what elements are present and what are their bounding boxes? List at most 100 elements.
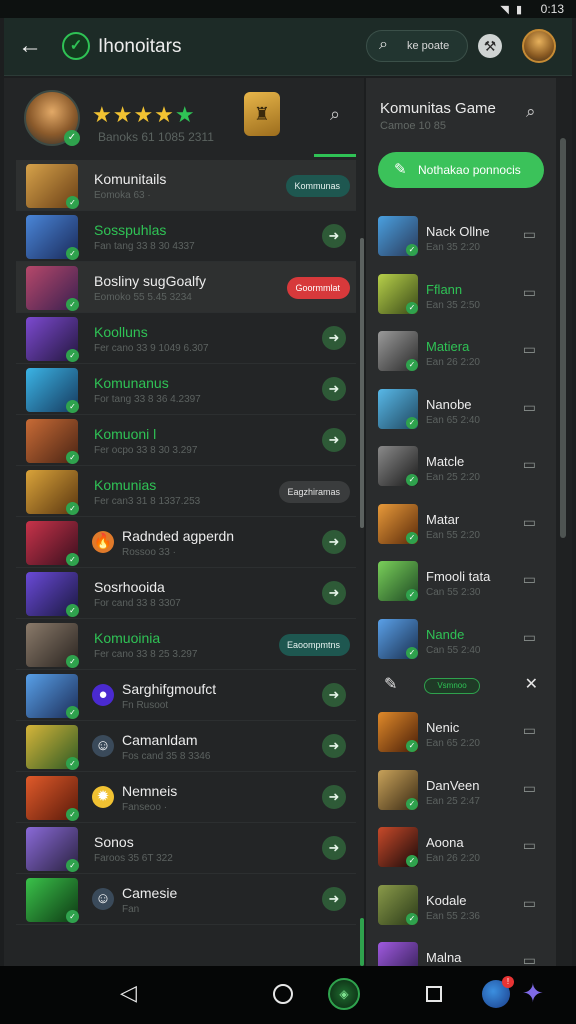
community-row[interactable]: ✓ Sonos Faroos 35 6T 322 ➜ [16, 823, 356, 874]
back-arrow-icon[interactable]: ← [18, 32, 42, 60]
member-row[interactable]: ✓ Aoona Ean 26 2:20 ▭ [366, 819, 558, 877]
member-row[interactable]: ✓ Fflann Ean 35 2:50 ▭ [366, 266, 558, 324]
community-action-pill[interactable]: Eagzhiramas [279, 481, 350, 503]
nav-back-icon[interactable]: ◁ [120, 980, 137, 1006]
community-row[interactable]: ✓ ☺ Camanldam Fos cand 35 8 3346 ➜ [16, 721, 356, 772]
community-row[interactable]: ✓ ● Sarghifgmoufct Fn Rusoot ➜ [16, 670, 356, 721]
community-row[interactable]: ✓ ✹ Nemneis Fanseoo · ➜ [16, 772, 356, 823]
message-icon[interactable]: ▭ [523, 399, 536, 416]
community-row[interactable]: ✓ ☺ Camesie Fan ➜ [16, 874, 356, 925]
member-divider: ✎ Vsmnoo ✕ [366, 668, 558, 704]
page-scrollbar[interactable] [556, 78, 572, 966]
community-action-pill[interactable]: Eaoompmtns [278, 634, 350, 656]
member-row[interactable]: ✓ DanVeen Ean 25 2:47 ▭ [366, 762, 558, 820]
message-icon[interactable]: ▭ [523, 341, 536, 358]
community-name: Nemneis [122, 783, 178, 799]
verified-check-icon: ✓ [66, 553, 79, 566]
community-list-panel: ✓ ★★★★★ Banoks 61 1085 2311 ♜ ⌕ ✓ Komunit… [4, 78, 364, 966]
status-badge[interactable]: Vsmnoo [424, 678, 480, 694]
open-arrow-button[interactable]: ➜ [322, 530, 346, 554]
community-action-pill[interactable]: Kommunas [286, 175, 350, 197]
trophy-badge-icon[interactable]: ♜ [244, 92, 280, 136]
open-arrow-button[interactable]: ➜ [322, 785, 346, 809]
community-row[interactable]: ✓ Komunanus For tang 33 8 36 4.2397 ➜ [16, 364, 356, 415]
community-row[interactable]: ✓ Koolluns Fer cano 33 9 1049 6.307 ➜ [16, 313, 356, 364]
open-arrow-button[interactable]: ➜ [322, 887, 346, 911]
notifications-button-label: Nothakao ponnocis [418, 163, 521, 177]
member-row[interactable]: ✓ Nack Ollne Ean 35 2:20 ▭ [366, 208, 558, 266]
open-arrow-button[interactable]: ➜ [322, 224, 346, 248]
message-icon[interactable]: ▭ [523, 226, 536, 243]
message-icon[interactable]: ▭ [523, 629, 536, 646]
open-arrow-button[interactable]: ➜ [322, 428, 346, 452]
pin-icon[interactable]: ✎ [384, 674, 397, 694]
app-bar: ← ✓ Ihonoitars ⌕ ke poate ⚒ [4, 18, 572, 76]
message-icon[interactable]: ▭ [523, 571, 536, 588]
message-icon[interactable]: ▭ [523, 837, 536, 854]
member-name: DanVeen [426, 777, 480, 793]
member-meta: Ean 26 2:20 [426, 853, 480, 864]
verified-check-icon: ✓ [66, 808, 79, 821]
member-row[interactable]: ✓ Nanobe Ean 65 2:40 ▭ [366, 381, 558, 439]
open-arrow-button[interactable]: ➜ [322, 683, 346, 707]
member-meta: Can 55 2:30 [426, 587, 481, 598]
member-row[interactable]: ✓ Nenic Ean 65 2:20 ▭ [366, 704, 558, 762]
member-row[interactable]: ✓ Nande Can 55 2:40 ▭ [366, 611, 558, 669]
member-row[interactable]: ✓ Matiera Ean 26 2:20 ▭ [366, 323, 558, 381]
list-search-icon[interactable]: ⌕ [330, 104, 340, 125]
community-meta: Rossoo 33 · [122, 547, 176, 558]
member-name: Aoona [426, 835, 464, 850]
community-row[interactable]: ✓ Sosspuhlas Fan tang 33 8 30 4337 ➜ [16, 211, 356, 262]
message-icon[interactable]: ▭ [523, 456, 536, 473]
search-input[interactable]: ⌕ ke poate [366, 30, 468, 62]
open-arrow-button[interactable]: ➜ [322, 836, 346, 860]
community-row[interactable]: ✓ Komunias Fer can3 31 8 1337.253 Eagzhiram… [16, 466, 356, 517]
open-arrow-button[interactable]: ➜ [322, 581, 346, 605]
message-icon[interactable]: ▭ [523, 722, 536, 739]
open-arrow-button[interactable]: ➜ [322, 734, 346, 758]
community-name: Koolluns [94, 324, 148, 340]
community-meta: Fan [122, 904, 140, 915]
online-check-icon: ✓ [406, 855, 418, 867]
settings-icon[interactable]: ⚒ [478, 34, 502, 58]
community-row[interactable]: ✓ Komuoinia Fer cano 33 8 25 3.297 Eaoompmt… [16, 619, 356, 670]
open-arrow-button[interactable]: ➜ [322, 326, 346, 350]
profile-subtitle: Banoks 61 1085 2311 [98, 130, 214, 144]
community-row[interactable]: ✓ Sosrhooida For cand 33 8 3307 ➜ [16, 568, 356, 619]
member-row[interactable]: ✓ Fmooli tata Can 55 2:30 ▭ [366, 553, 558, 611]
community-meta: Faroos 35 6T 322 [94, 853, 173, 864]
member-meta: Ean 55 2:36 [426, 910, 480, 922]
list-scrollbar-accent [360, 918, 364, 966]
nav-home-icon[interactable] [273, 984, 293, 1004]
panel-search-icon[interactable]: ⌕ [526, 102, 536, 122]
community-row[interactable]: ✓ Komunitails Eomoka 63 · Kommunas [16, 160, 356, 211]
panel-subtitle: Camoe 10 85 [380, 120, 447, 132]
close-icon[interactable]: ✕ [525, 674, 538, 694]
community-meta: Fer cano 33 9 1049 6.307 [94, 343, 209, 354]
message-icon[interactable]: ▭ [523, 895, 536, 912]
message-icon[interactable]: ▭ [523, 514, 536, 531]
community-row[interactable]: ✓ 🔥 Radnded agperdn Rossoo 33 · ➜ [16, 517, 356, 568]
community-action-pill[interactable]: Goormmlat [287, 277, 350, 299]
verified-check-icon: ✓ [66, 451, 79, 464]
message-icon[interactable]: ▭ [523, 284, 536, 301]
system-nav-bar: ◁ ◈ ! ✦ [0, 966, 576, 1024]
star-app-icon[interactable]: ✦ [522, 978, 544, 1009]
online-check-icon: ✓ [406, 531, 418, 544]
member-row[interactable]: ✓ Kodale Ean 55 2:36 ▭ [366, 877, 558, 935]
nav-recents-icon[interactable] [426, 986, 442, 1002]
notifications-button[interactable]: ✎ Nothakao ponnocis [378, 152, 544, 188]
member-name: Matcle [426, 454, 465, 469]
user-avatar[interactable] [522, 29, 556, 63]
community-row[interactable]: ✓ Komuoni l Fer ocpo 33 8 30 3.297 ➜ [16, 415, 356, 466]
list-scrollbar[interactable] [360, 238, 364, 528]
member-row[interactable]: ✓ Matar Ean 55 2:20 ▭ [366, 496, 558, 554]
message-icon[interactable]: ▭ [523, 780, 536, 797]
page-scrollbar-thumb[interactable] [560, 138, 566, 538]
open-arrow-button[interactable]: ➜ [322, 377, 346, 401]
member-row[interactable]: ✓ Matcle Ean 25 2:20 ▭ [366, 438, 558, 496]
community-row[interactable]: ✓ Bosliny sugGoalfy Eomoko 55 5.45 3234 Goo… [16, 262, 356, 313]
game-app-icon[interactable]: ◈ [328, 978, 360, 1010]
community-name: Komunitails [94, 171, 167, 187]
member-meta: Ean 25 2:47 [426, 795, 480, 807]
